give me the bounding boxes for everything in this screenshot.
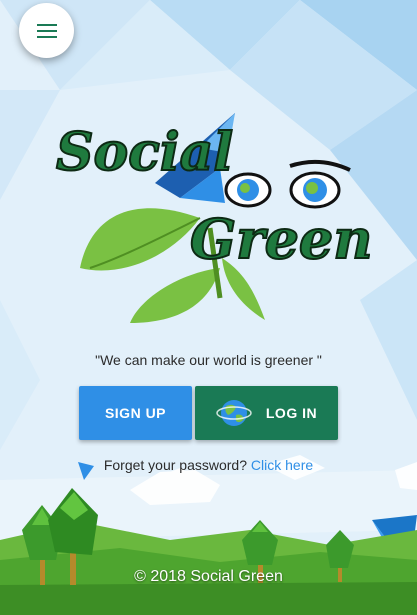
social-green-logo: Social Green [55, 113, 370, 323]
logo-text-line1: Social [56, 122, 233, 183]
logo-text-line2: Green [190, 207, 370, 271]
sign-up-label: SIGN UP [104, 405, 167, 421]
forgot-password-text: Forget your password? [103, 457, 248, 473]
hamburger-menu-icon [36, 23, 57, 38]
copyright-footer: © 2018 Social Green [134, 568, 283, 585]
forgot-password-row: Forget your password? Click here [0, 457, 417, 473]
forgot-password-link[interactable]: Click here [251, 457, 313, 473]
menu-button[interactable] [19, 3, 74, 58]
globe-icon [216, 400, 252, 426]
eyes-icon [224, 159, 351, 209]
log-in-label: LOG IN [265, 405, 318, 421]
tagline: "We can make our world is greener " [95, 352, 322, 368]
log-in-button[interactable]: LOG IN [195, 386, 338, 440]
sign-up-button[interactable]: SIGN UP [79, 386, 192, 440]
